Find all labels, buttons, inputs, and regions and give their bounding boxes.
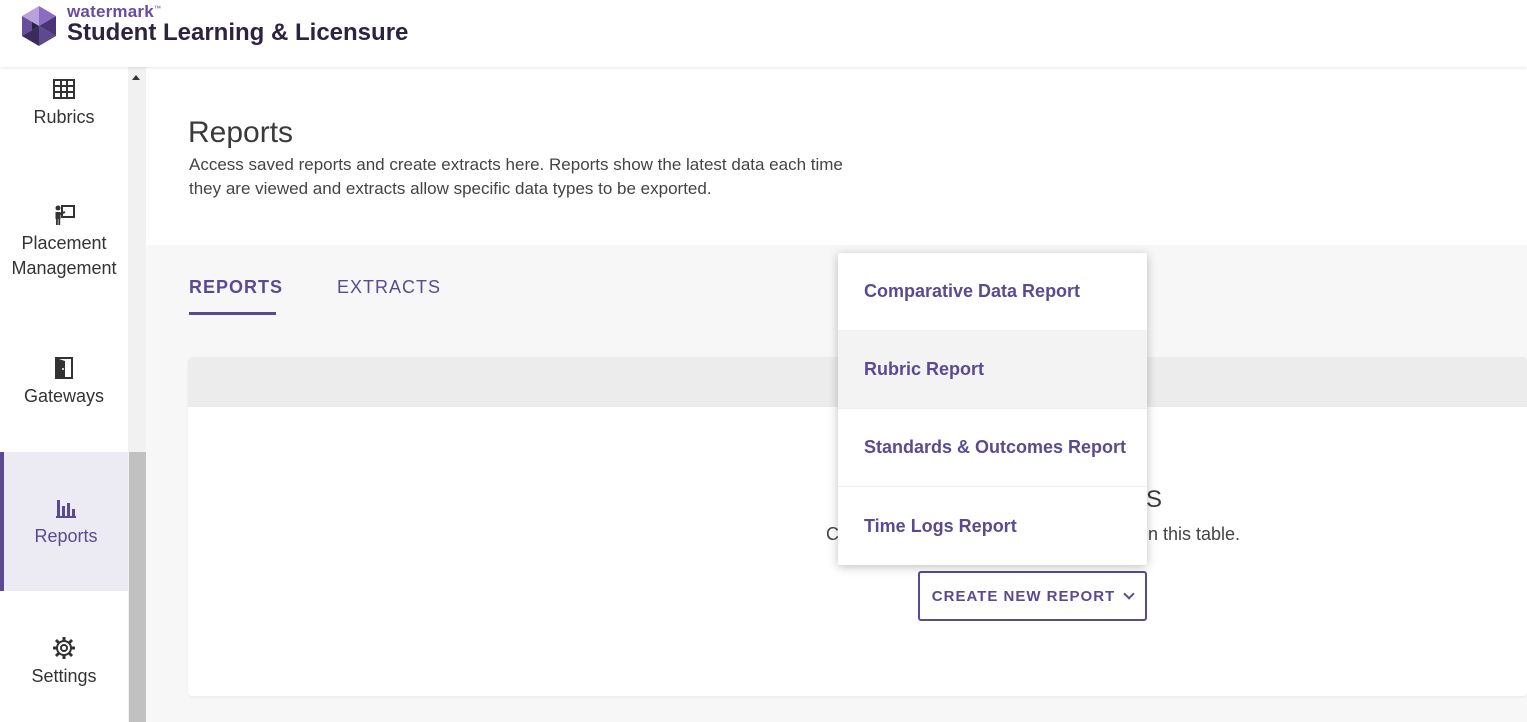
- tab-extracts[interactable]: EXTRACTS: [337, 277, 441, 298]
- sidebar-item-placement-management[interactable]: Placement Management: [0, 203, 128, 313]
- create-report-dropdown: Comparative Data Report Rubric Report St…: [838, 253, 1147, 565]
- scroll-up-arrow-icon[interactable]: [132, 75, 140, 80]
- sidebar-item-settings[interactable]: Settings: [0, 636, 128, 716]
- create-new-report-button[interactable]: CREATE NEW REPORT: [918, 571, 1147, 621]
- menu-item-rubric-report[interactable]: Rubric Report: [838, 331, 1147, 409]
- presenter-icon: [55, 205, 75, 225]
- sidebar: Rubrics Placement Management Gateways Rep…: [0, 67, 128, 722]
- sidebar-item-label: Gateways: [23, 386, 105, 406]
- sidebar-item-label: Reports: [34, 526, 98, 546]
- page-description: Access saved reports and create extracts…: [189, 155, 843, 198]
- tabs-bar: [146, 245, 1527, 355]
- door-icon: [55, 357, 73, 379]
- menu-item-time-logs-report[interactable]: Time Logs Report: [838, 487, 1147, 565]
- empty-state-text: n this table.: [1148, 524, 1241, 544]
- app-header: watermark™ Student Learning & Licensure: [0, 0, 1527, 67]
- sidebar-item-reports[interactable]: Reports: [0, 452, 128, 591]
- sidebar-item-gateways[interactable]: Gateways: [0, 356, 128, 436]
- sidebar-scrollbar-thumb[interactable]: [129, 452, 146, 722]
- sidebar-item-label: Settings: [31, 666, 97, 686]
- sidebar-item-label: Placement Management: [11, 233, 117, 278]
- bar-chart-icon: [56, 500, 76, 518]
- menu-item-comparative-data-report[interactable]: Comparative Data Report: [838, 253, 1147, 331]
- table-grid-icon: [53, 79, 75, 99]
- page-title: Reports: [188, 116, 294, 149]
- gear-icon: [53, 637, 75, 659]
- empty-state-title: S: [1146, 486, 1163, 513]
- create-new-report-label: CREATE NEW REPORT: [931, 587, 1116, 605]
- chevron-down-icon: [1123, 587, 1135, 600]
- tab-reports[interactable]: REPORTS: [189, 277, 283, 298]
- app-title: Student Learning & Licensure: [67, 19, 409, 46]
- sidebar-item-rubrics[interactable]: Rubrics: [0, 77, 128, 157]
- watermark-logo-icon[interactable]: [20, 6, 58, 46]
- active-tab-indicator: [189, 312, 276, 315]
- sidebar-item-label: Rubrics: [33, 107, 95, 127]
- menu-item-standards-outcomes-report[interactable]: Standards & Outcomes Report: [838, 409, 1147, 487]
